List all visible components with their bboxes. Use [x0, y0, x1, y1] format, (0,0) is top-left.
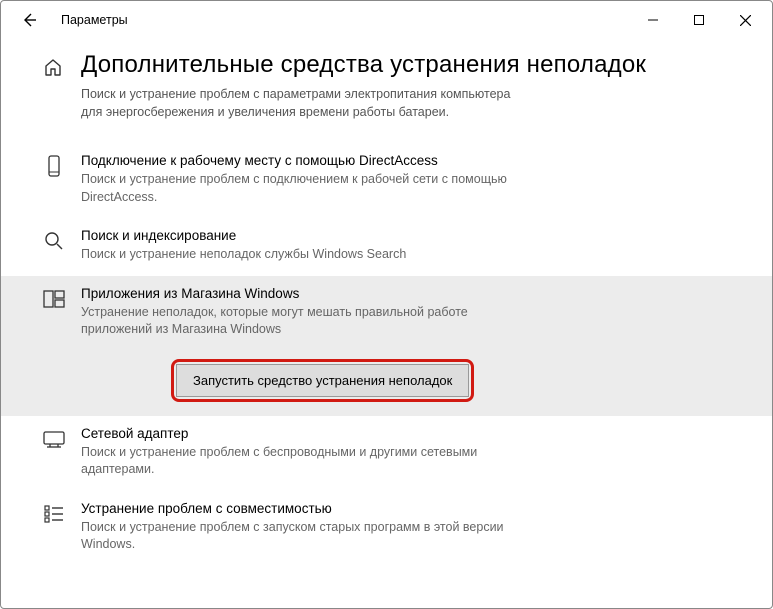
minimize-button[interactable]	[630, 4, 676, 36]
apps-icon	[43, 288, 65, 310]
item-title: Приложения из Магазина Windows	[81, 286, 511, 301]
content-area: Дополнительные средства устранения непол…	[1, 39, 772, 566]
item-title: Сетевой адаптер	[81, 426, 511, 441]
run-row: Запустить средство устранения неполадок	[1, 351, 772, 416]
settings-window: Параметры Дополнительные средства устран…	[0, 0, 773, 609]
item-title: Устранение проблем с совместимостью	[81, 501, 511, 516]
troubleshooter-list: Подключение к рабочему месту с помощью D…	[1, 143, 772, 566]
troubleshooter-search[interactable]: Поиск и индексирование Поиск и устранени…	[1, 218, 772, 276]
titlebar: Параметры	[1, 1, 772, 39]
item-desc: Поиск и устранение проблем с подключение…	[81, 171, 511, 206]
phone-icon	[43, 155, 65, 177]
window-controls	[630, 4, 768, 36]
page-description: Поиск и устранение проблем с параметрами…	[81, 85, 511, 121]
item-desc: Поиск и устранение проблем с запуском ст…	[81, 519, 511, 554]
item-title: Подключение к рабочему месту с помощью D…	[81, 153, 511, 168]
troubleshooter-network-adapter[interactable]: Сетевой адаптер Поиск и устранение пробл…	[1, 416, 772, 491]
home-icon[interactable]	[43, 57, 65, 79]
close-button[interactable]	[722, 4, 768, 36]
item-desc: Поиск и устранение проблем с беспроводны…	[81, 444, 511, 479]
troubleshooter-directaccess[interactable]: Подключение к рабочему месту с помощью D…	[1, 143, 772, 218]
page-title: Дополнительные средства устранения непол…	[81, 51, 646, 79]
item-title: Поиск и индексирование	[81, 228, 406, 243]
run-troubleshooter-button[interactable]: Запустить средство устранения неполадок	[176, 364, 469, 397]
back-button[interactable]	[15, 6, 43, 34]
troubleshooter-windows-store[interactable]: Приложения из Магазина Windows Устранени…	[1, 276, 772, 351]
maximize-button[interactable]	[676, 4, 722, 36]
item-desc: Устранение неполадок, которые могут меша…	[81, 304, 511, 339]
item-desc: Поиск и устранение неполадок службы Wind…	[81, 246, 406, 264]
highlight-box: Запустить средство устранения неполадок	[171, 359, 474, 402]
page-header: Дополнительные средства устранения непол…	[1, 51, 772, 121]
list-icon	[43, 503, 65, 525]
network-adapter-icon	[43, 428, 65, 450]
troubleshooter-compatibility[interactable]: Устранение проблем с совместимостью Поис…	[1, 491, 772, 566]
window-title: Параметры	[61, 13, 630, 27]
search-icon	[43, 230, 65, 252]
